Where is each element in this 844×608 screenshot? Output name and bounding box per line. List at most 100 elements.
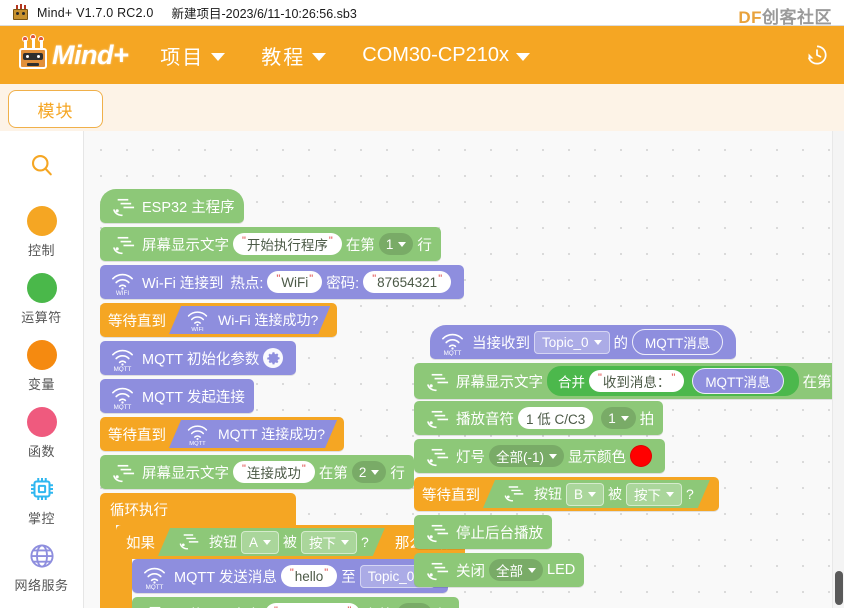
display-text-1-line-dropdown[interactable]: 1 xyxy=(378,233,414,255)
menu-bar: Mind+ 项目 教程 COM30-CP210x xyxy=(0,26,844,84)
play-note-beat-dropdown[interactable]: 1 xyxy=(601,407,636,429)
play-note-suffix: 拍 xyxy=(639,411,655,428)
condition-mqtt-connected-label: MQTT 连接成功? xyxy=(218,426,326,442)
circle-icon xyxy=(26,206,57,236)
block-play-note[interactable]: 播放音符 1 低 C/C3 1 拍 xyxy=(414,401,664,435)
mpython-icon xyxy=(109,459,136,486)
block-display-join[interactable]: 屏幕显示文字 合并 "收到消息：" MQTT消息 在第 3 行 xyxy=(414,363,844,399)
block-mqtt-init[interactable]: MQTT MQTT 初始化参数 xyxy=(100,341,297,375)
led-color-mid: 显示颜色 xyxy=(568,449,626,466)
sidebar-item-mpython[interactable]: 掌控 xyxy=(0,474,83,527)
sidebar-item-operators[interactable]: 运算符 xyxy=(0,273,83,326)
reporter-mqtt-message-2[interactable]: MQTT消息 xyxy=(692,368,784,394)
display-text-3-suffix: 行 xyxy=(436,604,451,608)
block-esp32-main-label: ESP32 主程序 xyxy=(142,199,235,216)
reporter-join[interactable]: 合并 " 收到消息： " MQTT消息 xyxy=(547,366,799,396)
wifi-password-input[interactable]: " 87654321 " xyxy=(363,271,452,293)
svg-text:WIFI: WIFI xyxy=(116,290,129,296)
gear-icon[interactable] xyxy=(263,348,284,368)
display-text-3-line-dropdown[interactable]: 4 xyxy=(397,603,432,608)
svg-text:MQTT: MQTT xyxy=(114,404,132,410)
sidebar-item-variables[interactable]: 变量 xyxy=(0,340,83,393)
led-select-dropdown[interactable]: 全部(-1) xyxy=(489,445,564,467)
wifi-pw-label: 密码: xyxy=(326,275,360,292)
color-picker-swatch[interactable] xyxy=(630,445,652,467)
block-esp32-main[interactable]: ESP32 主程序 xyxy=(100,189,244,223)
condition-wifi-connected[interactable]: WIFI Wi-Fi 连接成功? xyxy=(169,306,330,334)
block-wait-until-mqtt[interactable]: 等待直到 MQTT MQTT 连接成功? xyxy=(100,417,345,451)
led-off-suffix: LED xyxy=(547,562,576,578)
block-wait-until-wifi[interactable]: 等待直到 WIFI Wi-Fi 连接成功? xyxy=(100,303,338,337)
button-state-select-a[interactable]: 按下 xyxy=(301,531,357,554)
block-display-text-1[interactable]: 屏幕显示文字 " 开始执行程序 " 在第 1 行 xyxy=(100,227,441,261)
block-wait-until-button-b[interactable]: 等待直到 按钮 B 被 按下 ? xyxy=(414,477,719,511)
led-off-select-dropdown[interactable]: 全部 xyxy=(489,559,543,581)
block-mqtt-connect[interactable]: MQTT MQTT 发起连接 xyxy=(100,379,254,413)
button-state-select-b[interactable]: 按下 xyxy=(626,483,682,506)
block-led-off-label: 关闭 xyxy=(456,563,485,580)
mindplus-logo: Mind+ xyxy=(16,34,129,75)
chevron-down-icon xyxy=(263,540,271,545)
robot-logo-icon xyxy=(16,34,50,71)
sidebar-item-network[interactable]: 网络服务 xyxy=(0,541,83,594)
mpython-icon xyxy=(501,481,528,508)
block-display-text-2[interactable]: 屏幕显示文字 " 连接成功 " 在第 2 行 xyxy=(100,455,414,489)
wait-until-wifi-label: 等待直到 xyxy=(108,313,166,330)
sidebar-item-functions[interactable]: 函数 xyxy=(0,407,83,460)
circle-icon xyxy=(26,407,57,437)
blocks-workspace[interactable]: ESP32 主程序 屏幕显示文字 " 开始执行程序 " 在第 1 行 WIFI Wi… xyxy=(84,131,844,608)
chevron-down-icon xyxy=(593,339,602,345)
sidebar-item-control[interactable]: 控制 xyxy=(0,206,83,259)
reporter-mqtt-message[interactable]: MQTT消息 xyxy=(632,329,724,355)
block-display-text-3[interactable]: 屏幕显示文字 "已发送消息" 在第 4 行 xyxy=(132,597,460,608)
condition-button-a-pressed[interactable]: 按钮 A 被 按下 ? xyxy=(158,528,385,556)
clock-history-icon[interactable] xyxy=(804,42,830,68)
wifi-ssid-input[interactable]: " WiFi " xyxy=(267,271,323,293)
block-mqtt-publish-label: MQTT 发送消息 xyxy=(174,569,277,586)
tab-modules[interactable]: 模块 xyxy=(8,90,103,128)
join-text-input[interactable]: " 收到消息： " xyxy=(589,370,685,392)
mqtt-icon: MQTT xyxy=(109,345,136,373)
block-if-then[interactable]: 如果 按钮 A 被 按下 ? 那么执行 xyxy=(116,525,465,559)
block-on-mqtt-message[interactable]: MQTT 当接收到 Topic_0 的 MQTT消息 xyxy=(430,325,737,359)
scrollbar-thumb[interactable] xyxy=(835,571,843,605)
project-name: 新建项目-2023/6/11-10:26:56.sb3 xyxy=(171,7,357,21)
block-mqtt-publish[interactable]: MQTT MQTT 发送消息 " hello " 至 Topic_0 xyxy=(132,559,449,593)
vertical-scrollbar[interactable] xyxy=(832,131,844,608)
mpython-icon xyxy=(109,193,136,220)
block-forever-left-arm xyxy=(100,525,116,608)
on-mqtt-mid-label: 的 xyxy=(613,335,629,352)
button-select-a[interactable]: A xyxy=(241,531,279,554)
chevron-down-icon xyxy=(588,492,596,497)
play-note-value[interactable]: 1 低 C/C3 xyxy=(518,407,594,429)
tab-modules-label: 模块 xyxy=(37,101,74,121)
button-b-mid: 被 xyxy=(608,486,623,502)
block-led-color[interactable]: 灯号 全部(-1) 显示颜色 xyxy=(414,439,665,473)
chevron-down-icon xyxy=(211,52,226,61)
condition-mqtt-connected[interactable]: MQTT MQTT 连接成功? xyxy=(169,420,337,448)
block-wifi-connect[interactable]: WIFI Wi-Fi 连接到 热点: " WiFi " 密码: " 87654321 " xyxy=(100,265,465,299)
menu-item-project[interactable]: 项目 xyxy=(156,38,229,73)
block-stop-background-audio[interactable]: 停止后台播放 xyxy=(414,515,552,549)
condition-wifi-connected-label: Wi-Fi 连接成功? xyxy=(218,312,319,328)
display-text-3-input[interactable]: "已发送消息" xyxy=(265,603,361,608)
display-text-1-mid: 在第 xyxy=(345,237,375,254)
block-if-left-arm xyxy=(116,559,132,608)
block-display-text-2-label: 屏幕显示文字 xyxy=(142,465,229,482)
display-text-2-input[interactable]: " 连接成功 " xyxy=(233,461,315,483)
on-mqtt-topic-dropdown[interactable]: Topic_0 xyxy=(534,330,610,354)
search-icon[interactable] xyxy=(28,151,56,184)
window-titlebar: Mind+ V1.7.0 RC2.0 新建项目-2023/6/11-10:26:… xyxy=(0,0,844,26)
mqtt-publish-message-input[interactable]: " hello " xyxy=(280,565,338,587)
block-led-off[interactable]: 关闭 全部 LED xyxy=(414,553,585,587)
display-text-2-line-dropdown[interactable]: 2 xyxy=(351,461,387,483)
button-select-b[interactable]: B xyxy=(566,483,604,506)
condition-button-b-pressed[interactable]: 按钮 B 被 按下 ? xyxy=(483,480,710,508)
display-text-1-input[interactable]: " 开始执行程序 " xyxy=(233,233,342,255)
block-forever[interactable]: 循环执行 xyxy=(100,493,296,525)
menu-item-tutorial[interactable]: 教程 xyxy=(257,38,330,73)
block-display-join-label: 屏幕显示文字 xyxy=(456,374,543,391)
menu-item-port[interactable]: COM30-CP210x xyxy=(358,41,534,70)
chevron-down-icon xyxy=(371,469,380,475)
app-icon xyxy=(12,4,29,21)
